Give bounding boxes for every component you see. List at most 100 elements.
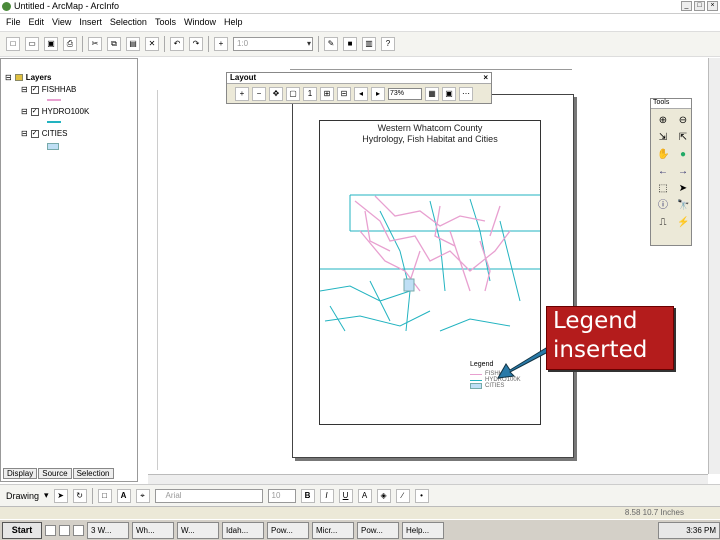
full-extent-icon[interactable]: ● [677,149,689,161]
taskbar-item[interactable]: Wh... [132,521,174,539]
print-icon[interactable]: ⎙ [63,37,77,51]
arctoolbox-icon[interactable]: ■ [343,37,357,51]
taskbar-item[interactable]: Help... [402,521,444,539]
redo-icon[interactable]: ↷ [189,37,203,51]
undo-icon[interactable]: ↶ [170,37,184,51]
collapse-icon[interactable]: ⊟ [5,73,12,82]
delete-icon[interactable]: ✕ [145,37,159,51]
horizontal-scrollbar[interactable] [148,474,708,484]
minimize-button[interactable]: _ [681,1,692,11]
tab-display[interactable]: Display [3,468,38,479]
back-extent-icon[interactable]: ◂ [354,87,368,101]
toc-layer-hydro100k[interactable]: ⊟ ✓ HYDRO100K [21,107,89,116]
zoom-whole-page-icon[interactable]: ▢ [286,87,300,101]
forward-extent-icon[interactable]: ▸ [371,87,385,101]
hyperlink-icon[interactable]: ⚡ [677,217,689,229]
pan-page-icon[interactable]: ✥ [269,87,283,101]
toc-layer-fishhab[interactable]: ⊟ ✓ FISHHAB [21,85,76,94]
menu-file[interactable]: File [6,17,21,27]
font-color-icon[interactable]: A [357,488,372,503]
menu-view[interactable]: View [52,17,71,27]
menu-insert[interactable]: Insert [79,17,102,27]
marker-color-icon[interactable]: • [414,488,429,503]
fixed-zoom-out-icon[interactable]: ⇱ [677,132,689,144]
underline-icon[interactable]: U [338,488,353,503]
line-color-icon[interactable]: ∕ [395,488,410,503]
expand-icon[interactable]: ⊟ [21,107,28,116]
add-data-icon[interactable]: + [214,37,228,51]
toc-layer-cities[interactable]: ⊟ ✓ CITIES [21,129,67,138]
select-features-icon[interactable]: ⬚ [657,183,669,195]
layer-visibility-checkbox[interactable]: ✓ [30,107,39,116]
taskbar-item[interactable]: 3 W... [87,521,129,539]
expand-icon[interactable]: ⊟ [21,129,28,138]
font-size-select[interactable]: 10 [267,488,296,503]
back-arrow-icon[interactable]: ← [657,166,669,178]
menu-tools[interactable]: Tools [155,17,176,27]
cut-icon[interactable]: ✂ [88,37,102,51]
taskbar-item[interactable]: Idah... [222,521,264,539]
map-scale-dropdown[interactable]: 1:0 [233,37,313,51]
dropdown-arrow-icon[interactable]: ▾ [44,490,49,501]
quicklaunch-icon[interactable] [59,524,70,536]
rectangle-icon[interactable]: □ [97,488,112,503]
fixed-zoom-in-icon[interactable]: ⇲ [657,132,669,144]
taskbar-item[interactable]: W... [177,521,219,539]
save-icon[interactable]: ▣ [44,37,58,51]
forward-arrow-icon[interactable]: → [677,166,689,178]
command-line-icon[interactable]: ▥ [362,37,376,51]
taskbar-item[interactable]: Micr... [312,521,354,539]
expand-icon[interactable]: ⊟ [21,85,28,94]
taskbar-item[interactable]: Pow... [267,521,309,539]
taskbar-item[interactable]: Pow... [357,521,399,539]
layer-visibility-checkbox[interactable]: ✓ [30,129,39,138]
identify-icon[interactable]: ⓘ [657,200,669,212]
focus-frame-icon[interactable]: ▣ [442,87,456,101]
copy-icon[interactable]: ⧉ [107,37,121,51]
quicklaunch-icon[interactable] [45,524,56,536]
zoom-out-page-icon[interactable]: − [252,87,266,101]
tab-selection[interactable]: Selection [72,468,114,479]
maximize-button[interactable]: □ [694,1,705,11]
select-elements-icon[interactable]: ➤ [53,488,68,503]
menu-edit[interactable]: Edit [29,17,45,27]
new-text-icon[interactable]: A [116,488,131,503]
measure-icon[interactable]: ⎍ [657,217,669,229]
rotate-icon[interactable]: ↻ [72,488,87,503]
editor-toolbar-icon[interactable]: ✎ [324,37,338,51]
select-elements-icon[interactable]: ➤ [677,183,689,195]
zoom-out-icon[interactable]: ⊖ [677,115,689,127]
fixed-zoom-in-icon[interactable]: ⊞ [320,87,334,101]
toggle-draft-icon[interactable]: ▦ [425,87,439,101]
change-layout-icon[interactable]: ⋯ [459,87,473,101]
fill-color-icon[interactable]: ◈ [376,488,391,503]
layer-visibility-checkbox[interactable]: ✓ [30,85,39,94]
close-button[interactable]: × [707,1,718,11]
pan-icon[interactable]: ✋ [657,149,669,161]
menu-help[interactable]: Help [224,17,243,27]
layers-group[interactable]: ⊟ Layers [5,73,52,82]
tab-source[interactable]: Source [38,468,72,479]
zoom-percent-select[interactable]: 73% [388,88,422,100]
whats-this-icon[interactable]: ? [381,37,395,51]
close-icon[interactable]: × [483,73,488,82]
zoom-in-icon[interactable]: ⊕ [657,115,669,127]
zoom-in-page-icon[interactable]: + [235,87,249,101]
font-select[interactable]: Arial [154,488,263,503]
find-icon[interactable]: 🔭 [677,200,689,212]
menu-window[interactable]: Window [184,17,216,27]
quicklaunch-icon[interactable] [73,524,84,536]
menu-selection[interactable]: Selection [110,17,147,27]
bold-icon[interactable]: B [300,488,315,503]
fixed-zoom-out-icon[interactable]: ⊟ [337,87,351,101]
drawing-menu[interactable]: Drawing [6,491,39,501]
edit-vertices-icon[interactable]: ⌖ [135,488,150,503]
open-icon[interactable]: ▭ [25,37,39,51]
italic-icon[interactable]: I [319,488,334,503]
vertical-scrollbar[interactable] [708,58,720,474]
new-icon[interactable]: □ [6,37,20,51]
paste-icon[interactable]: ▤ [126,37,140,51]
start-button[interactable]: Start [2,521,42,539]
zoom-100-icon[interactable]: 1 [303,87,317,101]
system-tray-clock[interactable]: 3:36 PM [658,521,720,539]
